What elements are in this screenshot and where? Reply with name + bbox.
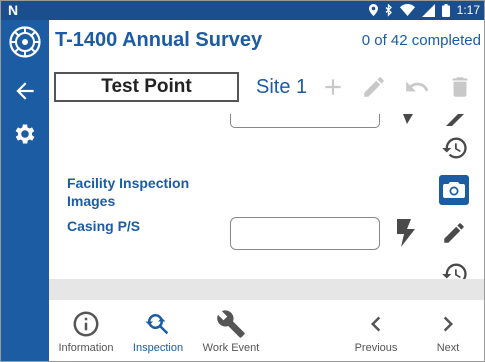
nav-previous-label: Previous [354, 342, 398, 354]
app-screen: N 1:17 T-1400 Annual Survey 0 of 42 comp… [0, 0, 485, 362]
content-footer-band [49, 279, 484, 300]
inspection-icon [145, 314, 169, 335]
history-icon[interactable] [441, 134, 469, 162]
trash-icon[interactable] [447, 74, 473, 100]
nav-work-event[interactable]: Work Event [198, 300, 264, 361]
nav-previous[interactable]: Previous [350, 300, 402, 361]
nav-next-label: Next [436, 342, 460, 354]
site-label[interactable]: Site 1 [256, 76, 307, 99]
app-logo-icon[interactable] [9, 26, 41, 58]
previous-field-input[interactable] [230, 114, 380, 128]
page-title: T-1400 Annual Survey [55, 29, 263, 51]
pencil-icon[interactable] [361, 74, 387, 100]
lightning-icon[interactable] [401, 114, 415, 124]
status-bar: N 1:17 [1, 1, 484, 20]
battery-icon [441, 3, 450, 17]
signal-icon [421, 3, 435, 17]
location-icon [368, 4, 378, 16]
undo-icon[interactable] [404, 74, 430, 100]
info-icon [73, 311, 99, 337]
side-rail [1, 20, 49, 361]
plus-icon[interactable] [320, 74, 346, 100]
nav-inspection-label: Inspection [132, 342, 184, 354]
back-arrow-icon[interactable] [12, 78, 38, 104]
pencil-icon[interactable] [441, 220, 467, 246]
status-icons: 1:17 [368, 3, 480, 17]
bluetooth-icon [385, 3, 392, 17]
chevron-right-icon [443, 316, 453, 332]
notification-n-icon: N [8, 2, 19, 18]
casing-ps-label: Casing P/S [67, 218, 141, 234]
pencil-icon[interactable] [442, 114, 468, 126]
survey-fields: Facility Inspection Images Casing P/S [49, 114, 484, 279]
lightning-icon[interactable] [395, 219, 417, 247]
nav-information[interactable]: Information [54, 300, 118, 361]
chevron-left-icon [371, 316, 381, 332]
nav-inspection[interactable]: Inspection [128, 300, 188, 361]
history-icon[interactable] [441, 260, 469, 279]
nav-information-label: Information [58, 342, 114, 354]
nav-work-event-label: Work Event [202, 342, 260, 354]
point-toolbar: Test Point Site 1 [49, 62, 484, 114]
gear-icon[interactable] [12, 121, 38, 147]
app-header: T-1400 Annual Survey 0 of 42 completed [49, 20, 484, 61]
status-time: 1:17 [456, 3, 480, 17]
facility-images-label: Facility Inspection Images [67, 175, 190, 209]
casing-ps-input[interactable] [230, 217, 380, 250]
point-name-box[interactable]: Test Point [54, 72, 239, 102]
progress-count: 0 of 42 completed [361, 32, 481, 49]
camera-icon[interactable] [439, 175, 469, 205]
bottom-nav: Information Inspection Work Event Previo… [49, 300, 484, 361]
nav-next[interactable]: Next [424, 300, 472, 361]
wifi-icon [399, 4, 415, 16]
wrench-icon [217, 310, 245, 338]
